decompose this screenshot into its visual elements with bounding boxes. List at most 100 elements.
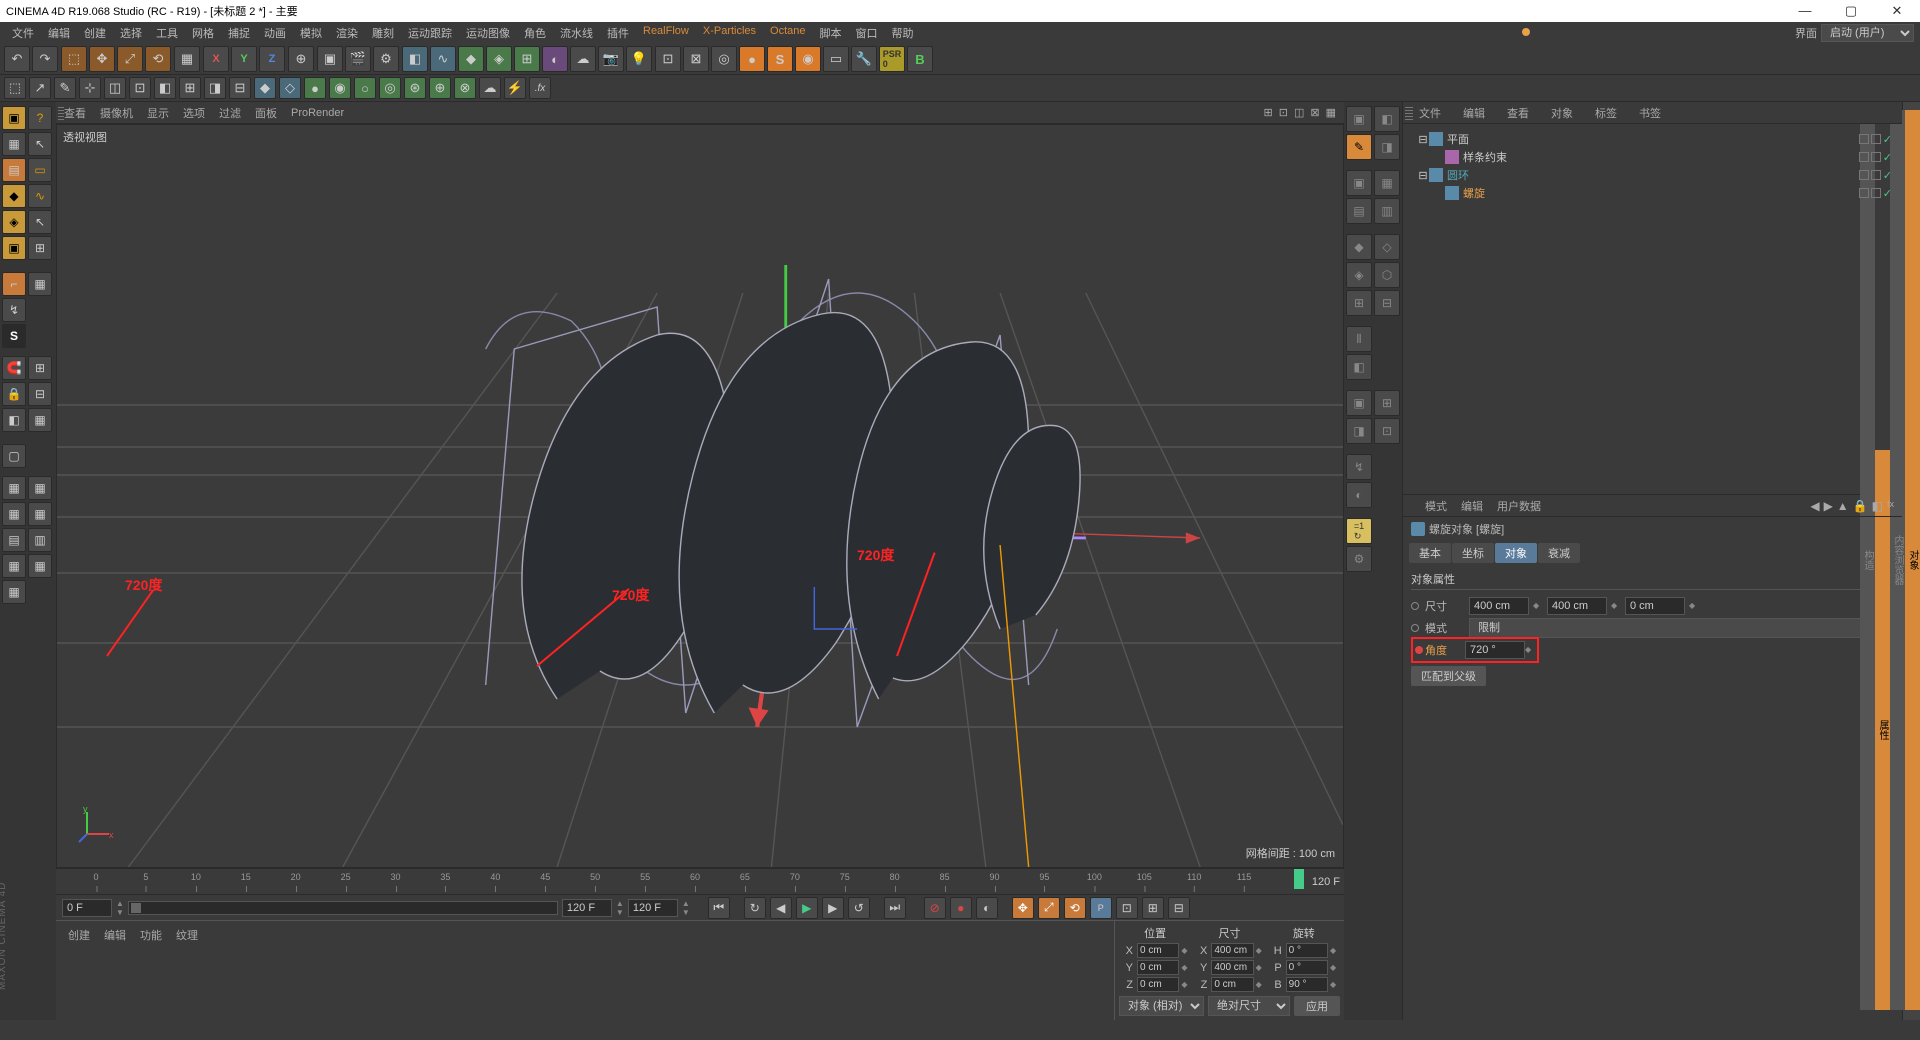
move-tool[interactable]: ✥ — [89, 46, 115, 72]
xpresso[interactable]: ⊡ — [655, 46, 681, 72]
bp-tab[interactable]: 功能 — [140, 927, 162, 943]
environment[interactable]: ☁ — [570, 46, 596, 72]
menu-雕刻[interactable]: 雕刻 — [366, 23, 400, 43]
psr-button[interactable]: PSR0 — [879, 46, 905, 72]
xp3[interactable]: ◎ — [711, 46, 737, 72]
rt-15[interactable]: ◧ — [1346, 354, 1372, 380]
menu-捕捉[interactable]: 捕捉 — [222, 23, 256, 43]
angle-input[interactable] — [1465, 641, 1525, 659]
vp-icon[interactable]: ◫ — [1294, 106, 1304, 119]
k4[interactable]: P — [1090, 897, 1112, 919]
menu-流水线[interactable]: 流水线 — [554, 23, 599, 43]
t2-5[interactable]: ◫ — [104, 77, 126, 99]
lt-help[interactable]: ? — [28, 106, 52, 130]
menu-运动跟踪[interactable]: 运动跟踪 — [402, 23, 458, 43]
attr-menu[interactable]: ◧ — [1872, 499, 1883, 513]
tree-row[interactable]: ⊟平面✓ — [1409, 130, 1896, 148]
attr-menu-item[interactable]: 模式 — [1425, 498, 1447, 514]
attr-menu-item[interactable]: 用户数据 — [1497, 498, 1541, 514]
render-pv[interactable]: 🎬 — [345, 46, 371, 72]
bp-tab[interactable]: 编辑 — [104, 927, 126, 943]
rt-8[interactable]: ◆ — [1346, 234, 1372, 260]
key-icon[interactable] — [1411, 624, 1419, 632]
minimize-button[interactable]: — — [1782, 0, 1828, 22]
side-tab-2[interactable]: 内容浏览器 — [1890, 110, 1905, 1010]
t2-8[interactable]: ⊞ — [179, 77, 201, 99]
tree-row[interactable]: ⊟圆环✓ — [1409, 166, 1896, 184]
lt-g8[interactable]: ▦ — [28, 554, 52, 578]
match-parent-button[interactable]: 匹配到父级 — [1411, 666, 1486, 686]
rt-1[interactable]: ▣ — [1346, 106, 1372, 132]
record[interactable]: ⊘ — [924, 897, 946, 919]
rt-20[interactable]: ↯ — [1346, 454, 1372, 480]
t2-10[interactable]: ⊟ — [229, 77, 251, 99]
t2-11[interactable]: ◆ — [254, 77, 276, 99]
deformer[interactable]: ◐ — [542, 46, 568, 72]
t2-13[interactable]: ● — [304, 77, 326, 99]
frame-end[interactable] — [628, 899, 678, 917]
coord-mode-2[interactable]: 绝对尺寸 — [1208, 996, 1290, 1016]
t2-fx[interactable]: .fx — [529, 77, 551, 99]
rt-3[interactable]: ◨ — [1374, 134, 1400, 160]
menu-插件[interactable]: 插件 — [601, 23, 635, 43]
vp-tab[interactable]: 显示 — [147, 105, 169, 121]
object-tree[interactable]: ⊟平面✓样条约束✓⊟圆环✓螺旋✓ — [1403, 124, 1902, 494]
k5[interactable]: ⊡ — [1116, 897, 1138, 919]
vp-icon[interactable]: ⊠ — [1310, 106, 1319, 119]
attr-tab[interactable]: 对象 — [1495, 543, 1537, 563]
rp-tab[interactable]: 对象 — [1543, 105, 1573, 121]
lt-rect[interactable]: ▭ — [28, 158, 52, 182]
lt-tool1[interactable]: ⌐ — [2, 272, 26, 296]
rt-9[interactable]: ◇ — [1374, 234, 1400, 260]
attr-tab[interactable]: 基本 — [1409, 543, 1451, 563]
menu-运动图像[interactable]: 运动图像 — [460, 23, 516, 43]
side-tab-struct[interactable]: 构造 — [1860, 110, 1875, 1010]
x-lock[interactable]: X — [203, 46, 229, 72]
lt-g4[interactable]: ▦ — [28, 502, 52, 526]
rp-tab[interactable]: 书签 — [1631, 105, 1661, 121]
maximize-button[interactable]: ▢ — [1828, 0, 1874, 22]
redo-button[interactable]: ↷ — [32, 46, 58, 72]
frame-cur[interactable] — [562, 899, 612, 917]
lt-lock[interactable]: 🔒 — [2, 382, 26, 406]
lt-arrow2[interactable]: ↖ — [28, 210, 52, 234]
play[interactable]: ▶ — [796, 897, 818, 919]
attr-tab[interactable]: 衰减 — [1538, 543, 1580, 563]
generator[interactable]: ◆ — [458, 46, 484, 72]
lt-curve[interactable]: ∿ — [28, 184, 52, 208]
rt-13[interactable]: ⊟ — [1374, 290, 1400, 316]
vp-tab[interactable]: 面板 — [255, 105, 277, 121]
lt-grid4[interactable]: ⊟ — [28, 382, 52, 406]
lt-cube[interactable]: ▣ — [2, 106, 26, 130]
side-tab-attr[interactable]: 属性 — [1875, 450, 1890, 1010]
bp-tab[interactable]: 纹理 — [176, 927, 198, 943]
t2-12[interactable]: ◇ — [279, 77, 301, 99]
xp2[interactable]: ⊠ — [683, 46, 709, 72]
menu-RealFlow[interactable]: RealFlow — [637, 23, 695, 43]
t2-18[interactable]: ⊕ — [429, 77, 451, 99]
lt-g5[interactable]: ▤ — [2, 528, 26, 552]
vp-tab[interactable]: 过滤 — [219, 105, 241, 121]
keyopt[interactable]: ◐ — [976, 897, 998, 919]
scale-tool[interactable]: ⤢ — [117, 46, 143, 72]
attr-tab[interactable]: 坐标 — [1452, 543, 1494, 563]
menu-Octane[interactable]: Octane — [764, 23, 811, 43]
key-icon-active[interactable] — [1415, 646, 1423, 654]
attr-lock[interactable]: 🔒 — [1853, 499, 1868, 513]
signal-btn[interactable]: ◉ — [795, 46, 821, 72]
t2-15[interactable]: ○ — [354, 77, 376, 99]
fwd[interactable]: ↺ — [848, 897, 870, 919]
light[interactable]: 💡 — [626, 46, 652, 72]
t2-1[interactable]: ⬚ — [4, 77, 26, 99]
menu-网格[interactable]: 网格 — [186, 23, 220, 43]
bp-tab[interactable]: 创建 — [68, 927, 90, 943]
t2-9[interactable]: ◨ — [204, 77, 226, 99]
menu-动画[interactable]: 动画 — [258, 23, 292, 43]
rt-11[interactable]: ⬡ — [1374, 262, 1400, 288]
menu-角色[interactable]: 角色 — [518, 23, 552, 43]
timeline[interactable]: 0510152025303540455055606570758085909510… — [56, 868, 1344, 894]
tree-row[interactable]: 螺旋✓ — [1409, 184, 1896, 202]
render-view[interactable]: ▣ — [317, 46, 343, 72]
loop[interactable]: ↻ — [744, 897, 766, 919]
menu-X-Particles[interactable]: X-Particles — [697, 23, 762, 43]
